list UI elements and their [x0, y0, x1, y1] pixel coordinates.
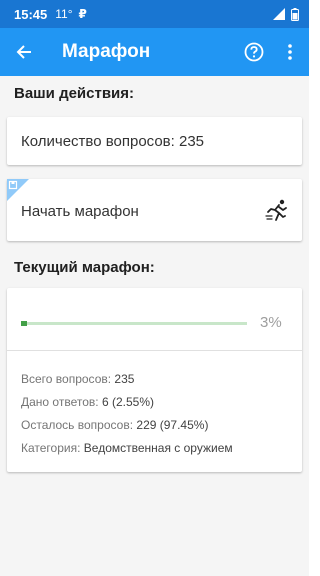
stat-value: Ведомственная с оружием — [83, 441, 233, 455]
progress-bar — [21, 321, 247, 326]
back-button[interactable] — [0, 28, 48, 76]
status-temperature: 11° — [55, 7, 73, 21]
content: Ваши действия: Количество вопросов: 235 … — [0, 76, 309, 576]
app-bar: Марафон — [0, 28, 309, 76]
ruble-icon: ₽ — [78, 7, 87, 21]
arrow-back-icon — [16, 45, 31, 59]
help-button[interactable] — [240, 38, 268, 66]
stat-category: Категория: Ведомственная с оружием — [21, 441, 233, 455]
stat-value: 235 — [114, 372, 135, 386]
start-marathon-card[interactable]: Начать марафон — [7, 179, 302, 241]
stat-label: Категория: — [21, 441, 81, 455]
help-icon — [244, 42, 264, 62]
questions-count-card: Количество вопросов: 235 — [7, 117, 302, 165]
status-time: 15:45 — [14, 6, 48, 22]
divider — [7, 350, 302, 351]
bookmark-icon — [7, 179, 29, 201]
stat-label: Осталось вопросов: — [21, 418, 134, 432]
stat-label: Всего вопросов: — [21, 372, 112, 386]
progress-fill — [21, 321, 27, 326]
current-marathon-heading: Текущий марафон: — [14, 259, 155, 276]
page-title: Марафон — [62, 41, 151, 62]
signal-icon — [273, 8, 285, 20]
stat-total: Всего вопросов: 235 — [21, 372, 134, 386]
stat-label: Дано ответов: — [21, 395, 99, 409]
actions-heading: Ваши действия: — [14, 85, 135, 102]
status-icons — [273, 7, 299, 21]
progress-percent: 3% — [260, 314, 282, 331]
stat-remaining: Осталось вопросов: 229 (97.45%) — [21, 418, 208, 432]
status-bar: 15:45 11° ₽ — [0, 0, 309, 28]
stat-answered: Дано ответов: 6 (2.55%) — [21, 395, 154, 409]
battery-icon — [291, 7, 299, 21]
more-options-button[interactable] — [278, 38, 302, 66]
start-marathon-label: Начать марафон — [21, 203, 139, 220]
running-person-icon — [265, 199, 287, 221]
stat-value: 6 (2.55%) — [101, 395, 154, 409]
questions-count-text: Количество вопросов: 235 — [21, 133, 205, 150]
more-vert-icon — [288, 44, 292, 60]
current-marathon-card: 3% Всего вопросов: 235 Дано ответов: 6 (… — [7, 288, 302, 472]
stat-value: 229 (97.45%) — [136, 418, 209, 432]
